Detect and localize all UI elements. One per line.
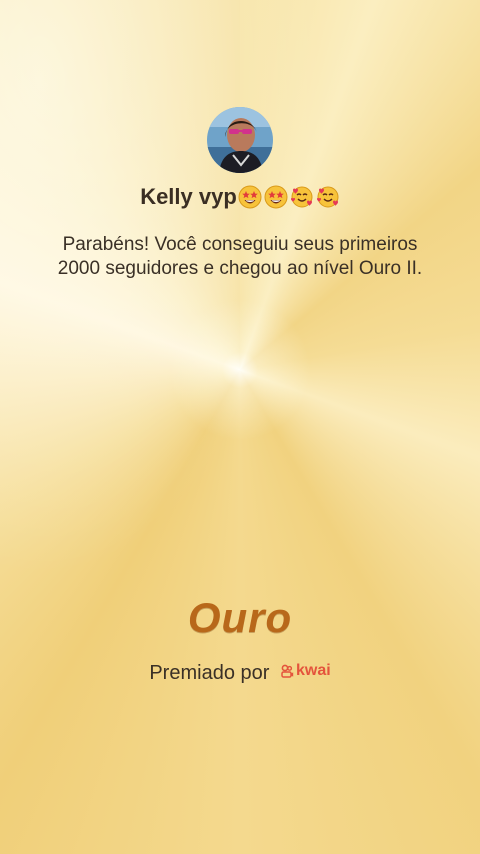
username-text: Kelly vyp [140, 184, 237, 209]
achievement-message: Parabéns! Você conseguiu seus primeiros … [57, 234, 423, 279]
kwai-logo-icon [281, 664, 294, 678]
smiling-face-with-hearts-emoji-icon [290, 186, 313, 208]
star-struck-emoji-icon [264, 185, 288, 209]
avatar [207, 107, 273, 173]
kwai-brand-text: kwai [295, 662, 331, 679]
kwai-logo: kwai [280, 662, 331, 680]
username: Kelly vyp [0, 184, 480, 210]
awarded-by-row: Premiado por kwai [0, 662, 480, 685]
level-title: Ouro [187, 594, 293, 641]
smiling-face-with-hearts-emoji-icon [316, 186, 339, 208]
awarded-by-label: Premiado por [149, 662, 270, 684]
star-struck-emoji-icon [238, 185, 262, 209]
